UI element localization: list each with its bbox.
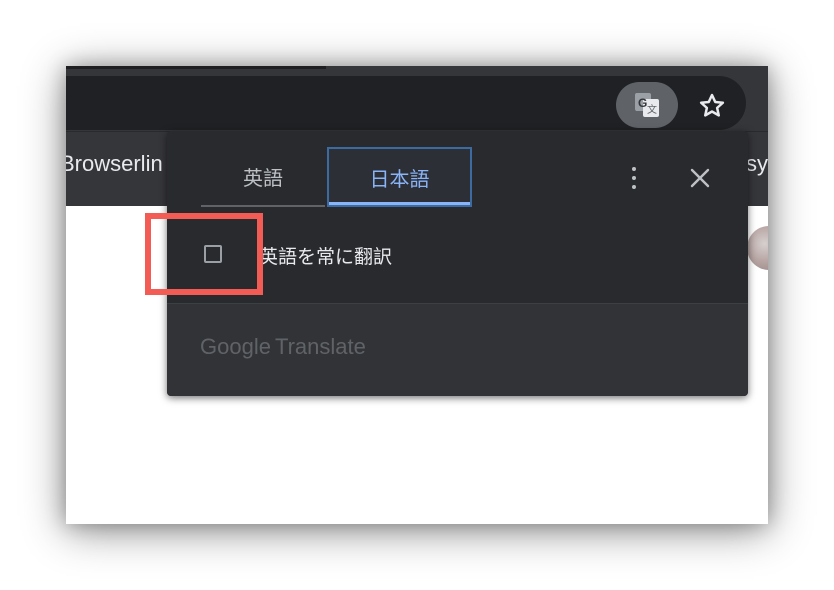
tab-source-language[interactable]: 英語 (201, 147, 325, 207)
bookmark-item[interactable]: sy (746, 151, 768, 177)
google-translate-logo: Google Translate (200, 334, 366, 360)
browser-toolbar: G 文 (66, 66, 768, 131)
brand-google: Google (200, 334, 271, 359)
close-icon (690, 168, 710, 188)
svg-text:G: G (638, 96, 647, 110)
tab-target-language[interactable]: 日本語 (327, 147, 472, 207)
bookmark-star-button[interactable] (690, 84, 734, 128)
translate-page-button[interactable]: G 文 (616, 82, 678, 128)
selected-tab-indicator (329, 202, 470, 205)
google-translate-icon: G 文 (635, 93, 659, 117)
always-translate-label: 英語を常に翻訳 (259, 246, 393, 268)
bookmark-item[interactable]: Browserlin (66, 151, 163, 177)
translate-footer: Google Translate (167, 303, 748, 396)
screenshot-stage: G 文 Browserlin sy 英語 日本語 英語を常に翻訳 Google … (0, 0, 834, 590)
more-options-button[interactable] (619, 161, 649, 195)
tab-label: 英語 (243, 165, 283, 190)
tab-label: 日本語 (369, 166, 430, 191)
brand-product: Translate (274, 334, 366, 359)
bookmark-star-icon (699, 93, 725, 117)
highlight-annotation-box (145, 213, 263, 295)
svg-text:文: 文 (647, 103, 657, 116)
more-vert-icon (632, 167, 636, 171)
tab-strip-edge (66, 66, 326, 69)
close-button[interactable] (683, 161, 717, 195)
